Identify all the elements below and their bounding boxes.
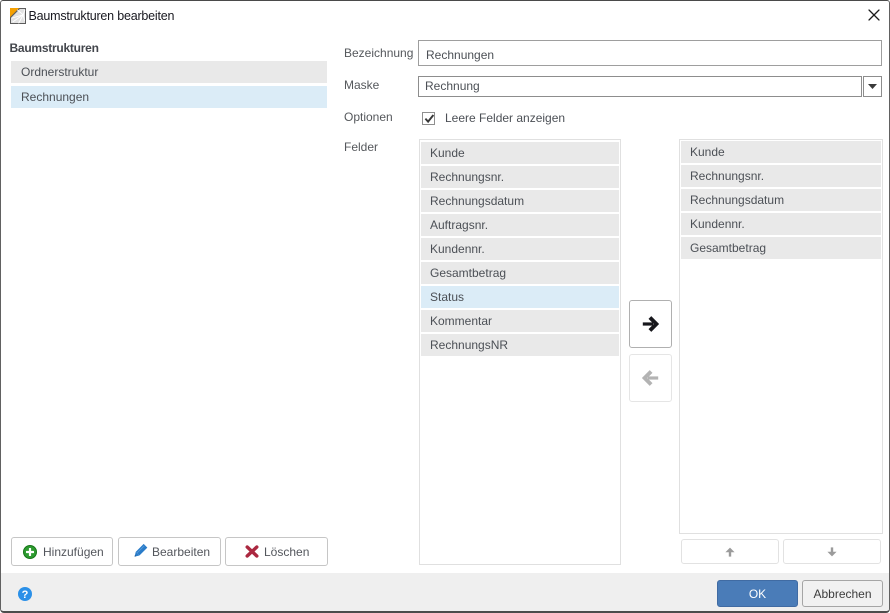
svg-text:?: ? [21,589,28,601]
